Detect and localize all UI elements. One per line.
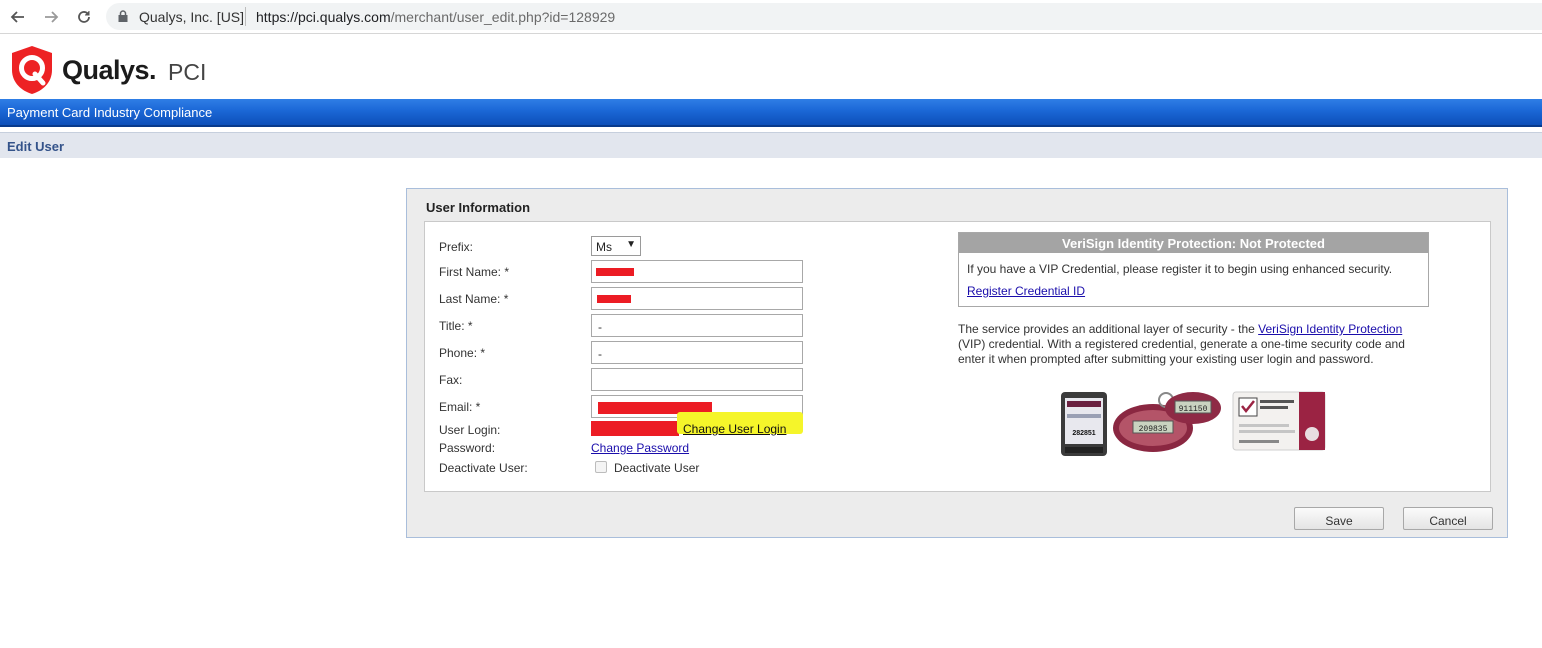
email-label: Email: * <box>439 400 481 414</box>
prefix-select[interactable]: Ms ▼ <box>591 236 641 256</box>
vip-phone-device: 282851 <box>1061 392 1107 456</box>
phone-label: Phone: * <box>439 346 486 360</box>
title-value: - <box>598 320 602 334</box>
user-form: Prefix: Ms ▼ First Name: * Last Name: * … <box>424 221 1491 492</box>
url-separator <box>245 7 246 26</box>
vip-credential-card <box>1232 391 1326 451</box>
qualys-logo[interactable]: Qualys. PCI <box>10 45 270 95</box>
fax-input[interactable] <box>591 368 803 391</box>
title-input[interactable]: - <box>591 314 803 337</box>
site-identity: Qualys, Inc. [US] <box>139 9 245 25</box>
change-user-login-link[interactable]: Change User Login <box>683 422 786 436</box>
address-bar[interactable]: Qualys, Inc. [US] https://pci.qualys.com… <box>106 3 1542 30</box>
vip-description: The service provides an additional layer… <box>958 322 1428 367</box>
vip-status-box: VeriSign Identity Protection: Not Protec… <box>958 232 1429 307</box>
user-information-panel: User Information Prefix: Ms ▼ First Name… <box>406 188 1508 538</box>
browser-toolbar: Qualys, Inc. [US] https://pci.qualys.com… <box>0 0 1542 34</box>
url-host: https://pci.qualys.com <box>256 9 391 25</box>
dropdown-arrow-icon: ▼ <box>626 239 636 250</box>
url-path: /merchant/user_edit.php?id=128929 <box>390 9 616 25</box>
password-label: Password: <box>439 441 496 455</box>
product-bar-title: Payment Card Industry Compliance <box>7 105 213 120</box>
page-title: Edit User <box>7 139 65 154</box>
deactivate-checkbox[interactable] <box>595 461 607 473</box>
fax-label: Fax: <box>439 373 463 387</box>
vip-info-text: If you have a VIP Credential, please reg… <box>967 262 1393 276</box>
vip-description-start: The service provides an additional layer… <box>958 322 1259 336</box>
title-label: Title: * <box>439 319 473 333</box>
product-name: PCI <box>168 59 207 85</box>
vip-description-end: (VIP) credential. With a registered cred… <box>958 337 1405 366</box>
product-bar: Payment Card Industry Compliance <box>0 99 1542 127</box>
redaction-mark <box>597 295 631 303</box>
phone-device-code: 282851 <box>1072 430 1095 437</box>
user-login-label: User Login: <box>439 423 501 437</box>
panel-title: User Information <box>426 200 531 215</box>
phone-input[interactable]: - <box>591 341 803 364</box>
verisign-identity-protection-link[interactable]: VeriSign Identity Protection <box>1258 322 1402 336</box>
vip-status-header: VeriSign Identity Protection: Not Protec… <box>959 233 1428 253</box>
user-login-redaction <box>591 421 679 436</box>
prefix-label: Prefix: <box>439 240 474 254</box>
keychain-token-code: 911150 <box>1179 405 1208 414</box>
forward-arrow-icon[interactable] <box>40 6 62 28</box>
register-credential-link[interactable]: Register Credential ID <box>967 284 1085 298</box>
back-arrow-icon[interactable] <box>7 6 29 28</box>
url-text: https://pci.qualys.com/merchant/user_edi… <box>256 9 615 25</box>
prefix-value: Ms <box>596 240 612 254</box>
save-button[interactable]: Save <box>1294 507 1384 530</box>
reload-icon[interactable] <box>73 6 95 28</box>
vip-devices-image: 282851 209835 911150 <box>1061 390 1331 460</box>
change-password-link[interactable]: Change Password <box>591 441 689 455</box>
qualys-shield-icon <box>10 45 54 98</box>
page-header-bar: Edit User <box>0 132 1542 158</box>
redaction-mark <box>596 268 634 276</box>
last-name-input[interactable] <box>591 287 803 310</box>
cancel-button[interactable]: Cancel <box>1403 507 1493 530</box>
lock-icon <box>118 10 128 25</box>
last-name-label: Last Name: * <box>439 292 509 306</box>
deactivate-checkbox-label[interactable]: Deactivate User <box>614 461 699 475</box>
oval-token-code: 209835 <box>1139 425 1168 434</box>
phone-value: - <box>598 347 602 361</box>
brand-name: Qualys. <box>62 55 157 85</box>
deactivate-label: Deactivate User: <box>439 461 528 475</box>
first-name-label: First Name: * <box>439 265 510 279</box>
first-name-input[interactable] <box>591 260 803 283</box>
